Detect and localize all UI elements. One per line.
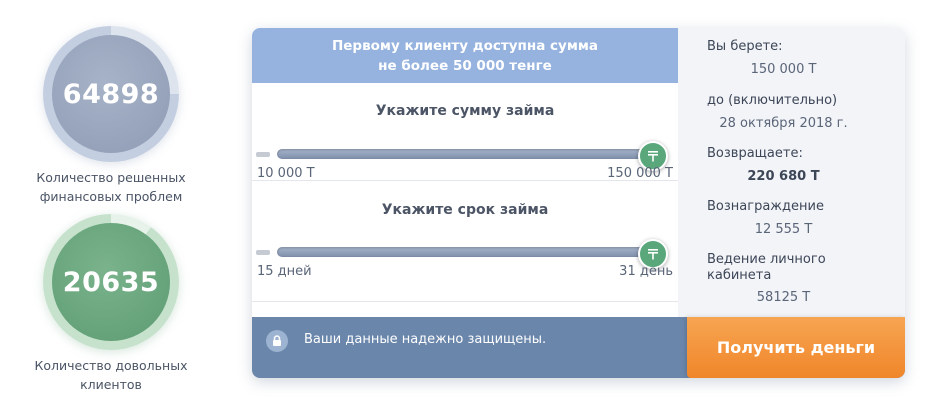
stat-value: 64898 xyxy=(52,35,170,153)
cabinet-value: 58125 Т xyxy=(756,290,811,305)
term-min-label: 15 дней xyxy=(257,264,312,279)
amount-title: Укажите сумму займа xyxy=(375,103,555,119)
first-client-banner: Первому клиенту доступна сумма не более … xyxy=(252,28,678,83)
stat-value: 20635 xyxy=(52,223,170,341)
divider xyxy=(252,180,678,181)
term-min-marker xyxy=(256,250,270,255)
stat-solved-problems: 64898 Количество решенных финансовых про… xyxy=(18,26,204,206)
lock-icon xyxy=(266,330,288,352)
until-label: до (включительно) xyxy=(707,93,838,108)
return-value: 220 680 Т xyxy=(747,169,820,184)
take-value: 150 000 Т xyxy=(750,62,817,77)
loan-summary: Вы берете: 150 000 Т до (включительно) 2… xyxy=(678,28,905,317)
amount-min-marker xyxy=(256,152,270,157)
reward-label: Вознаграждение xyxy=(707,199,824,214)
stat-label: Количество решенных финансовых проблем xyxy=(36,170,186,204)
cabinet-label: Ведение личного кабинета xyxy=(707,252,826,283)
secure-text: Ваши данные надежно защищены. xyxy=(304,332,547,347)
amount-min-label: 10 000 Т xyxy=(257,166,315,181)
stat-happy-clients: 20635 Количество довольных клиентов xyxy=(18,214,204,394)
get-money-button[interactable]: Получить деньги xyxy=(687,317,905,378)
take-label: Вы берете: xyxy=(707,39,783,54)
loan-calculator-card: Первому клиенту доступна сумма не более … xyxy=(252,28,905,378)
until-value: 28 октября 2018 г. xyxy=(719,116,848,131)
term-max-label: 31 день xyxy=(619,264,673,279)
amount-slider-track[interactable] xyxy=(277,149,653,159)
banner-line-2: не более 50 000 тенге xyxy=(378,57,552,74)
stat-label: Количество довольных клиентов xyxy=(34,358,188,392)
term-title: Укажите срок займа xyxy=(381,202,549,218)
divider xyxy=(252,301,678,302)
banner-line-1: Первому клиенту доступна сумма xyxy=(331,37,599,54)
reward-value: 12 555 Т xyxy=(754,222,813,237)
calculator-panel: Первому клиенту доступна сумма не более … xyxy=(252,28,678,317)
stat-ring: 20635 xyxy=(43,214,179,350)
stat-ring: 64898 xyxy=(43,26,179,162)
amount-max-label: 150 000 Т xyxy=(607,166,673,181)
footer-bar: Ваши данные надежно защищены. Получить д… xyxy=(252,317,905,378)
term-slider-track[interactable] xyxy=(277,247,653,257)
return-label: Возвращаете: xyxy=(707,146,803,161)
tenge-icon xyxy=(648,151,658,162)
tenge-icon xyxy=(648,249,658,260)
